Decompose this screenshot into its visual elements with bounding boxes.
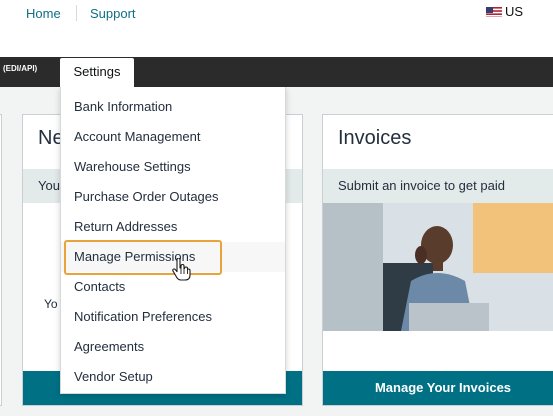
menu-item-bank-information[interactable]: Bank Information [61,92,285,122]
locale-selector[interactable]: US [486,4,523,19]
locale-label: US [505,4,524,19]
link-divider [76,5,77,21]
invoices-photo [323,203,553,331]
menu-item-label: Agreements [74,339,145,354]
top-links-bar: Home Support US [0,0,553,57]
menu-item-label: Vendor Setup [74,369,153,384]
invoices-card: Invoices Submit an invoice to get paid M… [322,114,553,406]
highlight-outline [64,240,222,275]
left-card-edge [0,114,2,406]
menu-item-purchase-order-outages[interactable]: Purchase Order Outages [61,182,285,212]
menu-item-vendor-setup[interactable]: Vendor Setup [61,362,285,392]
menu-item-return-addresses[interactable]: Return Addresses [61,212,285,242]
support-link[interactable]: Support [90,6,136,21]
menu-item-label: Contacts [74,279,126,294]
menu-item-label: Bank Information [74,99,173,114]
menu-item-notification-preferences[interactable]: Notification Preferences [61,302,285,332]
menu-item-label: Return Addresses [74,219,178,234]
invoices-subtitle: Submit an invoice to get paid [338,178,505,193]
menu-item-agreements[interactable]: Agreements [61,332,285,362]
tab-settings[interactable]: Settings [60,58,134,87]
nav-item-edi-api[interactable]: (EDI/API) [3,64,37,73]
us-flag-icon [486,6,502,17]
new-card-subtitle: You [38,178,60,193]
invoices-title: Invoices [338,127,412,149]
new-card-body-text: Yo [44,297,58,311]
menu-item-account-management[interactable]: Account Management [61,122,285,152]
manage-invoices-button[interactable]: Manage Your Invoices [323,371,553,405]
home-link[interactable]: Home [26,6,61,21]
menu-item-label: Purchase Order Outages [74,189,219,204]
menu-item-label: Account Management [74,129,201,144]
menu-item-warehouse-settings[interactable]: Warehouse Settings [61,152,285,182]
invoices-subbar: Submit an invoice to get paid [323,169,553,203]
menu-item-label: Notification Preferences [74,309,213,324]
menu-item-label: Warehouse Settings [74,159,191,174]
hand-cursor-icon [171,257,191,287]
